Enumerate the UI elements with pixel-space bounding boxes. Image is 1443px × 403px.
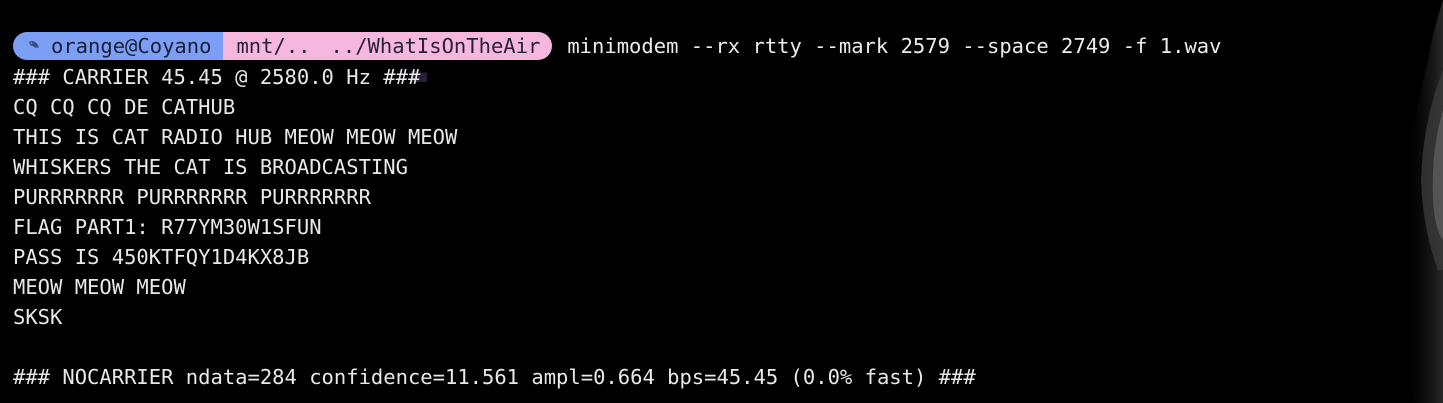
os-logo-icon [25, 37, 43, 55]
output-line: MEOW MEOW MEOW [13, 275, 186, 299]
background-art [1402, 0, 1443, 403]
prompt-path-prefix: mnt/.. [236, 34, 311, 58]
output-line: ### CARRIER 45.45 @ 2580.0 Hz ### [13, 65, 421, 89]
command-output: ### CARRIER 45.45 @ 2580.0 Hz ### CQ CQ … [13, 62, 976, 392]
prompt-user-segment: orange@Coyano [13, 32, 224, 60]
prompt-path-suffix: ../WhatIsOnTheAir [330, 34, 541, 58]
output-line-blank [13, 332, 976, 362]
prompt-path-segment: mnt/.. ../WhatIsOnTheAir [223, 32, 553, 82]
output-line: ### NOCARRIER ndata=284 confidence=11.56… [13, 365, 976, 389]
output-line: THIS IS CAT RADIO HUB MEOW MEOW MEOW [13, 125, 458, 149]
output-line: CQ CQ CQ DE CATHUB [13, 95, 236, 119]
output-line: SKSK [13, 305, 63, 329]
output-line: PASS IS 450KTFQY1D4KX8JB [13, 245, 310, 269]
prompt-line: orange@Coyano mnt/.. ../WhatIsOnTheAir m… [13, 31, 1222, 82]
prompt-user: orange@Coyano [51, 34, 212, 58]
output-line: WHISKERS THE CAT IS BROADCASTING [13, 155, 408, 179]
command-text: minimodem --rx rtty --mark 2579 --space … [567, 34, 1222, 58]
folder-icon [312, 40, 428, 82]
output-line: PURRRRRRR PURRRRRRR PURRRRRRR [13, 185, 371, 209]
output-line: FLAG PART1: R77YM30W1SFUN [13, 215, 322, 239]
terminal-window[interactable]: orange@Coyano mnt/.. ../WhatIsOnTheAir m… [0, 0, 1443, 403]
